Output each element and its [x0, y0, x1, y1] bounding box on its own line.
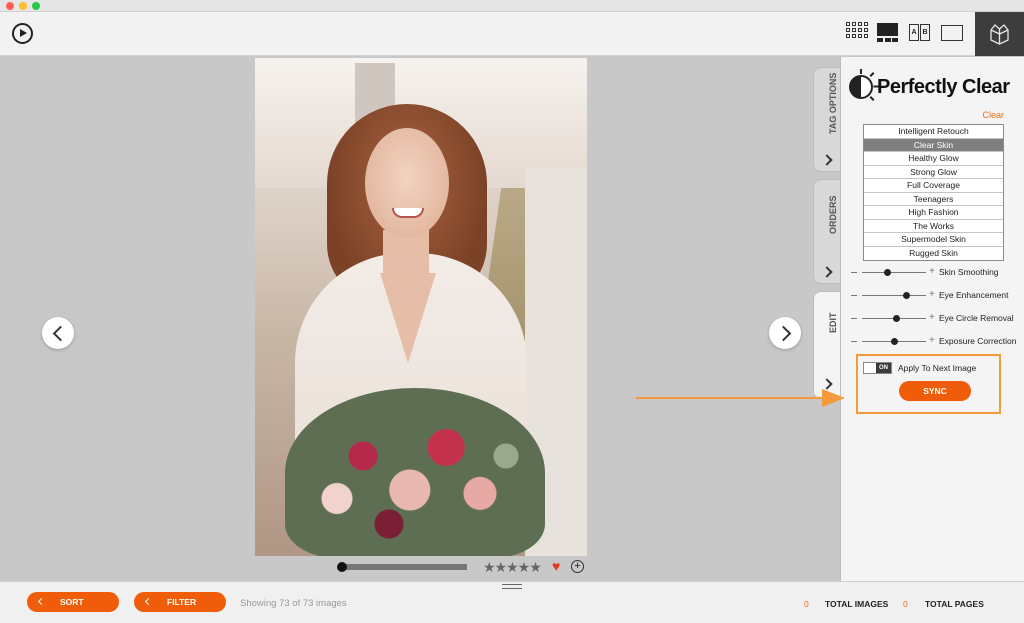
preset-item[interactable]: The Works: [864, 220, 1003, 233]
slider-handle[interactable]: [903, 292, 911, 299]
slider-label: Skin Smoothing: [939, 267, 999, 277]
rating-stars[interactable]: ★★★★★: [483, 559, 542, 576]
image-viewer: ★★★★★ ♥ +: [0, 57, 812, 581]
total-pages-label: TOTAL PAGES: [925, 599, 984, 609]
slider-handle[interactable]: [883, 269, 891, 276]
single-view-icon[interactable]: [941, 25, 963, 41]
preset-item[interactable]: High Fashion: [864, 206, 1003, 220]
minus-icon[interactable]: [851, 272, 857, 273]
slider-label: Eye Circle Removal: [939, 313, 1014, 323]
preset-item[interactable]: Intelligent Retouch: [864, 125, 1003, 139]
resize-grip-icon[interactable]: [502, 584, 522, 589]
window-titlebar: [0, 0, 1024, 12]
total-images-label: TOTAL IMAGES: [825, 599, 889, 609]
tab-orders[interactable]: ORDERS: [813, 179, 840, 284]
sort-button[interactable]: SORT: [27, 592, 119, 612]
tab-tag-options[interactable]: TAG OPTIONS: [813, 67, 840, 172]
apply-next-toggle[interactable]: ON: [863, 362, 892, 374]
plus-icon[interactable]: +: [929, 312, 935, 323]
perfectly-clear-logo-icon: [849, 75, 873, 99]
plus-icon[interactable]: +: [929, 289, 935, 300]
total-pages-count: 0: [903, 599, 908, 609]
sync-button[interactable]: SYNC: [899, 381, 971, 401]
next-image-button[interactable]: [769, 317, 801, 349]
compare-b-label: B: [920, 24, 930, 41]
toolbar: A B: [0, 12, 1024, 56]
preset-item[interactable]: Healthy Glow: [864, 152, 1003, 166]
filter-button[interactable]: FILTER: [134, 592, 226, 612]
minus-icon[interactable]: [851, 341, 857, 342]
filmstrip-scrubber[interactable]: [337, 562, 469, 572]
chevron-right-icon: [821, 266, 833, 278]
apply-next-label: Apply To Next Image: [898, 363, 977, 373]
annotation-arrow-icon: [636, 389, 845, 407]
chevron-left-icon: [144, 597, 153, 606]
preset-item[interactable]: Rugged Skin: [864, 247, 1003, 261]
slider-handle[interactable]: [890, 338, 898, 345]
eye-enhancement-slider[interactable]: + Eye Enhancement: [849, 289, 1024, 302]
play-slideshow-icon[interactable]: [12, 23, 33, 44]
grid-view-icon[interactable]: [846, 22, 868, 44]
previous-image-button[interactable]: [42, 317, 74, 349]
preset-item[interactable]: Strong Glow: [864, 166, 1003, 179]
slider-label: Eye Enhancement: [939, 290, 1009, 300]
bottom-bar: SORT FILTER Showing 73 of 73 images 0 TO…: [0, 581, 1024, 623]
close-window-button[interactable]: [6, 2, 14, 10]
plus-icon[interactable]: +: [929, 335, 935, 346]
tab-tag-options-label: TAG OPTIONS: [828, 72, 838, 134]
compare-a-label: A: [909, 24, 919, 41]
panel-title: Perfectly Clear: [877, 76, 1010, 98]
sync-highlight-box: ON Apply To Next Image SYNC: [856, 354, 1001, 414]
clear-link[interactable]: Clear: [980, 110, 1004, 120]
exposure-correction-slider[interactable]: + Exposure Correction: [849, 335, 1024, 348]
add-icon[interactable]: +: [571, 560, 584, 573]
box-logo-icon: [990, 24, 1009, 45]
minimize-window-button[interactable]: [19, 2, 27, 10]
brand-tile[interactable]: [975, 12, 1024, 56]
plus-icon[interactable]: +: [929, 266, 935, 277]
preset-item[interactable]: Teenagers: [864, 193, 1003, 206]
toggle-state: ON: [876, 363, 891, 373]
eye-circle-removal-slider[interactable]: + Eye Circle Removal: [849, 312, 1024, 325]
chevron-left-icon: [37, 597, 46, 606]
loupe-view-icon[interactable]: [877, 22, 899, 44]
slider-handle[interactable]: [893, 315, 901, 322]
preset-item[interactable]: Clear Skin: [864, 138, 1003, 152]
portrait-photo[interactable]: [255, 58, 587, 556]
tab-edit[interactable]: EDIT: [813, 291, 840, 399]
filter-label: FILTER: [167, 597, 197, 607]
side-tabs: TAG OPTIONS ORDERS EDIT: [812, 57, 840, 581]
chevron-right-icon: [821, 154, 833, 166]
slider-label: Exposure Correction: [939, 336, 1017, 346]
image-count-status: Showing 73 of 73 images: [240, 598, 347, 609]
tab-edit-label: EDIT: [828, 312, 838, 334]
zoom-window-button[interactable]: [32, 2, 40, 10]
minus-icon[interactable]: [851, 318, 857, 319]
sort-label: SORT: [60, 597, 84, 607]
preset-list: Intelligent Retouch Clear Skin Healthy G…: [863, 124, 1004, 261]
preset-item[interactable]: Supermodel Skin: [864, 233, 1003, 247]
perfectly-clear-panel: Perfectly Clear Clear Intelligent Retouc…: [840, 57, 1024, 581]
favorite-heart-icon[interactable]: ♥: [552, 558, 560, 574]
compare-view-icon[interactable]: A B: [909, 22, 931, 44]
minus-icon[interactable]: [851, 295, 857, 296]
skin-smoothing-slider[interactable]: + Skin Smoothing: [849, 266, 1024, 279]
preset-item[interactable]: Full Coverage: [864, 179, 1003, 193]
total-images-count: 0: [804, 599, 809, 609]
scrubber-handle[interactable]: [337, 562, 347, 572]
tab-orders-label: ORDERS: [828, 195, 838, 235]
